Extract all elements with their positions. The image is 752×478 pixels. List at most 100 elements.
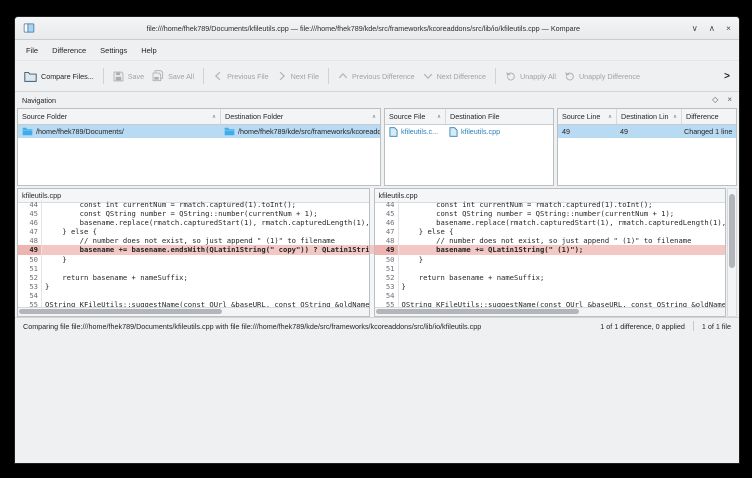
column-header-destination-lin[interactable]: Destination Lin∧ [617, 109, 682, 124]
diff-line: 55QString KFileUtils::suggestName(const … [18, 300, 369, 307]
minimize-button[interactable]: ∨ [692, 24, 698, 33]
nav-row[interactable]: 4949Changed 1 line [558, 125, 736, 138]
diff-splitter[interactable] [370, 188, 374, 317]
window-controls: ∨ ∧ × [692, 24, 731, 33]
menu-help[interactable]: Help [134, 43, 163, 58]
column-header-source-file[interactable]: Source File∧ [385, 109, 446, 124]
previous-file-icon [213, 71, 223, 81]
window-title: file:///home/fhek789/Documents/kfileutil… [41, 24, 686, 33]
diff-line: 46 basename.replace(rmatch.capturedStart… [375, 218, 726, 227]
line-number: 52 [375, 273, 399, 282]
line-number: 55 [375, 300, 399, 307]
line-number: 49 [375, 245, 399, 254]
folders-list: Source Folder∧Destination Folder∧/home/f… [17, 108, 381, 186]
diff-line: 54 [18, 291, 369, 300]
previous-difference-button[interactable]: Previous Difference [335, 68, 418, 84]
destination-code-area[interactable]: 44 const int currentNum = rmatch.capture… [375, 200, 726, 307]
toolbar-separator [328, 68, 329, 84]
cell-text: kfileutils.c... [401, 127, 438, 136]
toolbar-button-label: Save [128, 72, 144, 81]
column-header-source-line[interactable]: Source Line∧ [558, 109, 617, 124]
folder-icon [22, 127, 33, 136]
toolbar: Compare Files... Save Save All Previous Fil… [15, 61, 739, 92]
unapply-all-button[interactable]: Unapply All [502, 68, 559, 85]
code-text: QString KFileUtils::suggestName(const QU… [399, 300, 726, 307]
changed-diff-line[interactable]: 49 basename += QLatin1String(" (1)"); [375, 245, 726, 254]
toolbar-overflow-button[interactable]: > [721, 71, 733, 82]
vertical-scrollbar[interactable] [727, 188, 737, 317]
navigation-panel: Source Folder∧Destination Folder∧/home/f… [15, 108, 739, 188]
column-header-source-folder[interactable]: Source Folder∧ [18, 109, 221, 124]
code-text: const int currentNum = rmatch.captured(1… [399, 200, 653, 209]
save-button[interactable]: Save [110, 68, 147, 85]
scrollbar-thumb[interactable] [376, 309, 579, 314]
line-number: 48 [375, 236, 399, 245]
unapply-difference-icon [564, 71, 575, 82]
line-number: 53 [375, 282, 399, 291]
differences-list: Source Line∧Destination Lin∧ Difference 49… [557, 108, 737, 186]
toolbar-button-label: Save All [168, 72, 194, 81]
cell-text: /home/fhek789/kde/src/frameworks/kcoread… [238, 127, 380, 136]
column-header-difference[interactable]: Difference [682, 109, 736, 124]
nav-row[interactable]: kfileutils.c...kfileutils.cpp [385, 125, 553, 138]
save-icon [113, 71, 124, 82]
source-horizontal-scrollbar[interactable] [18, 307, 369, 316]
diff-line: 45 const QString number = QString::numbe… [375, 209, 726, 218]
scrollbar-thumb[interactable] [729, 194, 735, 268]
close-dock-button[interactable]: × [727, 96, 732, 104]
code-text: const QString number = QString::number(c… [42, 209, 318, 218]
float-dock-button[interactable]: ◇ [712, 96, 718, 104]
menu-file[interactable]: File [19, 43, 45, 58]
previous-file-button[interactable]: Previous File [210, 68, 272, 84]
column-header-destination-folder[interactable]: Destination Folder∧ [221, 109, 380, 124]
status-message: Comparing file file:///home/fhek789/Docu… [23, 322, 592, 331]
diff-line: 51 [375, 264, 726, 273]
file-icon [389, 127, 398, 137]
close-button[interactable]: × [726, 24, 731, 33]
diff-line: 45 const QString number = QString::numbe… [18, 209, 369, 218]
code-text [399, 264, 402, 273]
diff-line: 55QString KFileUtils::suggestName(const … [375, 300, 726, 307]
files-list: Source File∧Destination Filekfileutils.c… [384, 108, 554, 186]
column-header-destination-file[interactable]: Destination File [446, 109, 553, 124]
destination-diff-pane: kfileutils.cpp 44 const int currentNum =… [374, 188, 727, 317]
compare-files-button[interactable]: Compare Files... [21, 68, 97, 85]
sort-indicator-icon: ∧ [369, 114, 376, 120]
column-header-label: Difference [686, 112, 719, 121]
cell-text: Changed 1 line [684, 127, 732, 136]
next-file-button[interactable]: Next File [274, 68, 322, 84]
save-all-button[interactable]: Save All [149, 67, 197, 85]
next-difference-button[interactable]: Next Difference [420, 68, 489, 84]
changed-diff-line[interactable]: 49 basename += basename.endsWith(QLatin1… [18, 245, 369, 254]
cell-text: 49 [620, 127, 628, 136]
menu-settings[interactable]: Settings [93, 43, 134, 58]
file-icon [449, 127, 458, 137]
scrollbar-thumb[interactable] [19, 309, 222, 314]
diff-line: 53} [18, 282, 369, 291]
line-number: 47 [375, 227, 399, 236]
source-code-area[interactable]: 44 const int currentNum = rmatch.capture… [18, 200, 369, 307]
code-text: // number does not exist, so just append… [42, 236, 335, 245]
kompare-app-icon [23, 22, 35, 34]
kompare-window: file:///home/fhek789/Documents/kfileutil… [14, 16, 740, 464]
diff-line: 47 } else { [18, 227, 369, 236]
toolbar-separator [103, 68, 104, 84]
code-text: basename.replace(rmatch.capturedStart(1)… [42, 218, 369, 227]
destination-horizontal-scrollbar[interactable] [375, 307, 726, 316]
line-number: 54 [18, 291, 42, 300]
code-text: } [399, 282, 406, 291]
column-header-label: Source Folder [22, 112, 67, 121]
unapply-difference-button[interactable]: Unapply Difference [561, 68, 643, 85]
menu-difference[interactable]: Difference [45, 43, 93, 58]
line-number: 50 [18, 255, 42, 264]
code-text: const QString number = QString::number(c… [399, 209, 675, 218]
code-text: } [42, 255, 67, 264]
line-number: 45 [375, 209, 399, 218]
code-text: // number does not exist, so just append… [399, 236, 692, 245]
navigation-dock-titlebar[interactable]: Navigation ◇ × [15, 92, 739, 108]
toolbar-button-label: Next Difference [437, 72, 486, 81]
maximize-button[interactable]: ∧ [709, 24, 715, 33]
nav-row[interactable]: /home/fhek789/Documents//home/fhek789/kd… [18, 125, 380, 138]
titlebar[interactable]: file:///home/fhek789/Documents/kfileutil… [15, 17, 739, 40]
diff-line: 44 const int currentNum = rmatch.capture… [18, 200, 369, 209]
